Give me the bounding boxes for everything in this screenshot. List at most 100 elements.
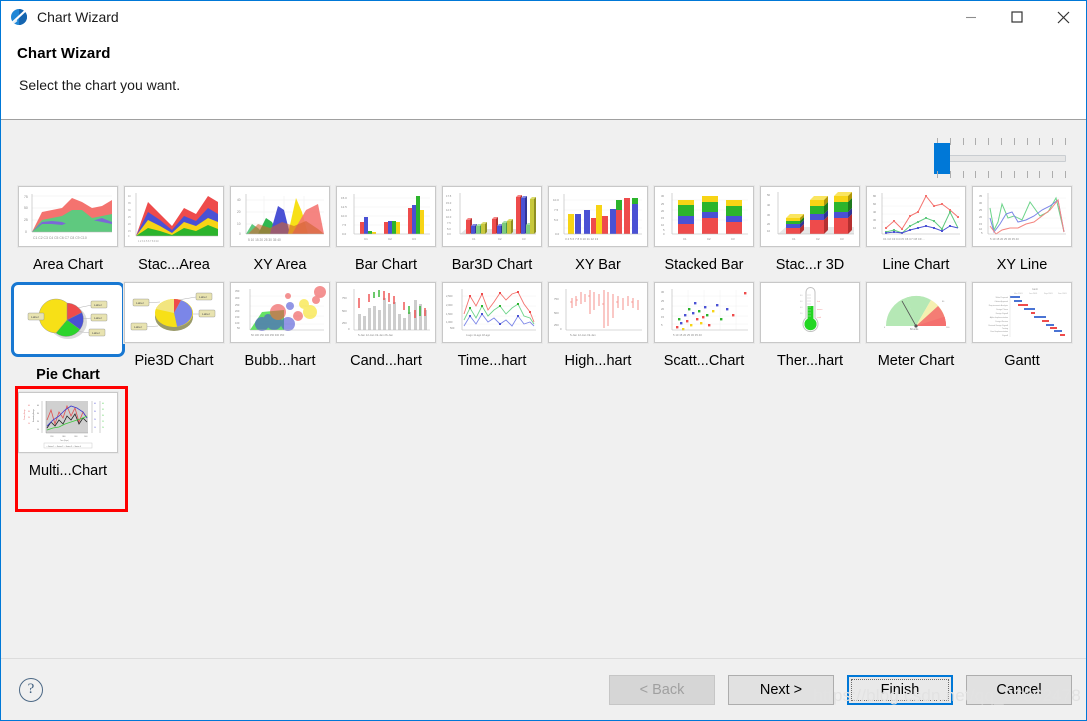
- chart-type-bar3d-chart[interactable]: 17.5 15.0 12.5 10.0 7.5 5.0 0.0 C1 C2 C3 Bar3D …: [439, 186, 545, 282]
- svg-text:Requirements Analysis: Requirements Analysis: [989, 304, 1008, 307]
- svg-text:Label: Label: [136, 301, 144, 305]
- svg-text:Sep-2001: Sep-2001: [1044, 293, 1054, 295]
- chart-type-xy-area[interactable]: 40 20 10 0 5 10 15 20 25 30 35 40 XY Area: [227, 186, 333, 282]
- xy-bar-chart-thumb: 10.0 7.5 5.0 0.0 3 4 5 6 7 8 9 10 11 12 13: [548, 186, 648, 247]
- svg-text:50: 50: [24, 206, 28, 210]
- svg-text:30: 30: [873, 218, 877, 222]
- chart-type-bar-chart[interactable]: 15.0 12.5 10.0 7.5 0.0 C1 C2 C3 Bar Chart: [333, 186, 439, 282]
- chart-type-xy-line[interactable]: 35 30 25 20 15 10 5 5 10 15 20 25 30 35 40 XY…: [969, 186, 1075, 282]
- title-bar-left: Chart Wizard: [1, 8, 119, 26]
- svg-text:60: 60: [873, 202, 877, 206]
- cancel-button[interactable]: Cancel: [966, 674, 1072, 705]
- chart-type-stacked-bar-3d[interactable]: 50 40 30 20 10 C1 C2 C3 Stac...r 3D: [757, 186, 863, 282]
- finish-button[interactable]: Finish: [847, 674, 953, 705]
- wizard-footer: ? < Back Next > Finish Cancel https://bl…: [1, 658, 1086, 720]
- svg-text:Obtain Approval: Obtain Approval: [995, 300, 1009, 303]
- svg-text:50: 50: [767, 193, 771, 197]
- svg-text:Label: Label: [202, 312, 210, 316]
- svg-text:20: 20: [94, 419, 96, 421]
- svg-text:10: 10: [237, 222, 241, 226]
- chart-type-label: Multi...Chart: [28, 463, 108, 479]
- slider-thumb[interactable]: [934, 143, 950, 174]
- svg-text:7.5: 7.5: [447, 221, 451, 225]
- chart-type-scatter-chart[interactable]: 30 25 20 15 5 5 10 15 20 25 30 35 40 Scatt..…: [651, 282, 757, 392]
- page-title: Chart Wizard: [17, 45, 111, 62]
- chart-type-pie-chart[interactable]: Label Label Label Label Pie Chart: [11, 282, 125, 392]
- back-button[interactable]: < Back: [609, 674, 715, 705]
- svg-text:30: 30: [979, 201, 983, 205]
- svg-text:15: 15: [979, 222, 983, 226]
- next-button[interactable]: Next >: [728, 674, 834, 705]
- chart-type-timeseries-chart[interactable]: 2,500 2,000 1,500 1,000 500 4-ago 11-ago 18-…: [439, 282, 545, 392]
- svg-text:5 10 15 20 25 30 35 40: 5 10 15 20 25 30 35 40: [248, 238, 281, 242]
- slider-ticks-top: [937, 138, 1066, 145]
- chart-type-line-chart[interactable]: 80 60 40 30 10 C1 C2 C3 C4 C5 C6 C7 C8 C9 ..…: [863, 186, 969, 282]
- svg-text:60 units: 60 units: [910, 328, 919, 331]
- svg-text:0.0: 0.0: [342, 232, 347, 236]
- close-icon[interactable]: [1040, 1, 1086, 33]
- chart-type-label: XY Line: [996, 257, 1048, 273]
- chart-type-stacked-bar[interactable]: 30 25 20 15 10 5 0 C1 C2 C3 Stacked Bar: [651, 186, 757, 282]
- area-chart-thumb: 0 25 50 75 C1 C2 C3 C4 C5 C6 C7 C8 C9 C10: [18, 186, 118, 247]
- svg-text:C1 C2 C3 C4 C5 C6 C7 C8 C9 ...: C1 C2 C3 C4 C5 C6 C7 C8 C9 ...: [883, 237, 925, 241]
- chart-type-gantt-chart[interactable]: Gantt Mar-2001 Jun-2001 Sep-2001 Dec-2001 …: [969, 282, 1075, 392]
- chart-type-bubble-chart[interactable]: 350 300 250 200 150 100 50 50 100 150 200 250…: [227, 282, 333, 392]
- svg-text:3 4 5 6 7 8 9 10 11 12 13: 3 4 5 6 7 8 9 10 11 12 13: [565, 237, 598, 241]
- svg-text:Testing: Testing: [1002, 327, 1008, 330]
- candlestick-chart-thumb: 750 500 250 0 5-Jan 12-Jan 19-Jan 26-Jan: [336, 282, 436, 343]
- svg-text:5.0: 5.0: [447, 227, 451, 231]
- chart-type-stacked-area[interactable]: 40 35 30 25 20 15 0 1 2 3 4 5 6 7 8 9 10 Stac…: [121, 186, 227, 282]
- chart-type-label: Bar3D Chart: [451, 257, 533, 273]
- svg-text:2,500: 2,500: [446, 294, 453, 298]
- chart-type-area-chart[interactable]: 0 25 50 75 C1 C2 C3 C4 C5 C6 C7 C8 C9 C10 A…: [15, 186, 121, 282]
- chart-wizard-dialog: Chart Wizard Chart Wizard Select the cha…: [0, 0, 1087, 721]
- bar-chart-thumb: 15.0 12.5 10.0 7.5 0.0 C1 C2 C3: [336, 186, 436, 247]
- bar3d-chart-thumb: 17.5 15.0 12.5 10.0 7.5 5.0 0.0 C1 C2 C3: [442, 186, 542, 247]
- svg-text:C3: C3: [840, 237, 844, 241]
- svg-text:Mar-2001: Mar-2001: [1014, 293, 1023, 295]
- maximize-icon[interactable]: [994, 1, 1040, 33]
- svg-text:C1: C1: [792, 237, 796, 241]
- svg-text:0: 0: [25, 230, 27, 234]
- chart-type-candlestick-chart[interactable]: 750 500 250 0 5-Jan 12-Jan 19-Jan 26-Jan Ca…: [333, 282, 439, 392]
- slider-track[interactable]: [938, 155, 1066, 162]
- svg-text:35: 35: [102, 409, 104, 411]
- svg-text:Primary Range: Primary Range: [24, 409, 26, 420]
- svg-text:C2: C2: [498, 237, 502, 241]
- svg-text:0.0: 0.0: [555, 232, 560, 236]
- svg-text:Design Signoff: Design Signoff: [996, 313, 1009, 315]
- chart-type-meter-chart[interactable]: 60 units 0 100 80 Meter Chart: [863, 282, 969, 392]
- title-bar: Chart Wizard: [1, 1, 1086, 33]
- svg-text:12.5: 12.5: [446, 208, 452, 212]
- svg-text:50 100 150 200 250 300 350: 50 100 150 200 250 300 350: [251, 333, 285, 337]
- svg-text:200: 200: [235, 309, 240, 313]
- chart-type-label: Time...hart: [457, 353, 527, 369]
- help-icon[interactable]: ?: [19, 677, 43, 702]
- svg-text:5-Jan 12-Jan 19-Jan 26-J: 5-Jan 12-Jan 19-Jan 26-Jan: [358, 333, 393, 337]
- svg-text:Signoff: Signoff: [1002, 335, 1008, 337]
- pie3d-chart-thumb: Label Label Label Label: [124, 282, 224, 343]
- svg-text:10: 10: [37, 429, 39, 431]
- chart-type-label: XY Area: [253, 257, 307, 273]
- chart-type-xy-bar[interactable]: 10.0 7.5 5.0 0.0 3 4 5 6 7 8 9 10 11 12 13 …: [545, 186, 651, 282]
- chart-type-label: Area Chart: [32, 257, 104, 273]
- chart-type-pie3d-chart[interactable]: Label Label Label Label Pie3D Chart: [121, 282, 227, 392]
- chart-type-label: Pie3D Chart: [134, 353, 214, 369]
- chart-type-highlow-chart[interactable]: 750 500 250 0 5-Jan 12-Jan 19-Jan High...ha…: [545, 282, 651, 392]
- chart-type-label: Scatt...Chart: [663, 353, 745, 369]
- svg-text:5.0: 5.0: [554, 218, 559, 222]
- stacked-bar3d-chart-thumb: 50 40 30 20 10 C1 C2 C3: [760, 186, 860, 247]
- svg-text:1,500: 1,500: [446, 312, 453, 316]
- preview-size-slider[interactable]: [934, 138, 1066, 178]
- minimize-icon[interactable]: [948, 1, 994, 33]
- svg-text:250: 250: [235, 303, 240, 307]
- svg-text:Time (Days): Time (Days): [60, 440, 69, 442]
- svg-text:Dec-2001: Dec-2001: [1058, 293, 1068, 295]
- chart-type-multiaxis-chart[interactable]: 40 30 20 10 Primary Range 40 30 20 10 Secondar…: [15, 392, 121, 488]
- chart-type-label: Bar Chart: [354, 257, 418, 273]
- svg-text:250: 250: [342, 321, 347, 325]
- chart-type-thermometer-chart[interactable]: 80 60 40 20 hot warm cool Ther...hart: [757, 282, 863, 392]
- stacked-area-chart-thumb: 40 35 30 25 20 15 0 1 2 3 4 5 6 7 8 9 10: [124, 186, 224, 247]
- selection-highlight: Label Label Label Label: [11, 282, 125, 357]
- chart-type-label: Line Chart: [882, 257, 950, 273]
